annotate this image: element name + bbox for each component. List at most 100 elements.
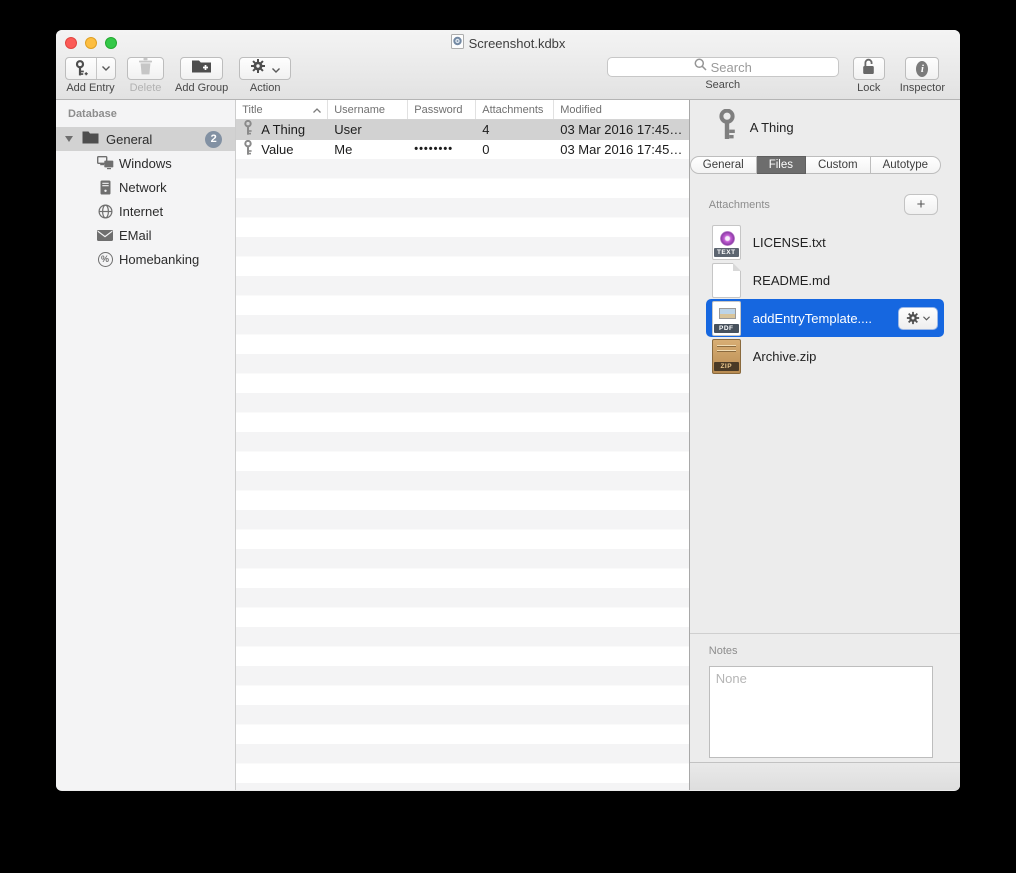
attachment-row[interactable]: README.md [706,261,944,299]
attachment-name: README.md [753,273,830,288]
attachment-row-selected[interactable]: PDF addEntryTemplate.... [706,299,944,337]
sidebar-item-label: EMail [119,228,152,243]
tab-general[interactable]: General [690,156,757,174]
column-header-title[interactable]: Title [236,100,328,119]
attachment-name: Archive.zip [753,349,817,364]
action-toolbar-item: Action [239,57,291,94]
notes-section: Notes [690,633,960,762]
network-icon [96,180,114,195]
cell-attachments: 4 [476,122,554,137]
chevron-down-icon [272,60,280,78]
table-header: Title Username Password Attachments Modi… [236,100,689,120]
cell-password: •••••••• [408,143,476,155]
window-title: Screenshot.kdbx [469,36,566,51]
add-group-toolbar-item: Add Group [175,57,228,94]
attachments-label: Attachments [709,199,770,211]
add-entry-button[interactable] [65,57,116,80]
action-button[interactable] [239,57,291,80]
delete-toolbar-item: Delete [127,57,164,94]
sidebar-section-header: Database [56,108,235,127]
cell-username: Me [328,142,408,157]
info-icon: i [916,61,928,77]
column-header-attachments[interactable]: Attachments [476,100,554,119]
notes-input[interactable] [709,666,933,758]
attachments-list: TEXT LICENSE.txt README.md PDF addEntryT… [706,223,944,375]
cell-modified: 03 Mar 2016 17:45… [554,122,689,137]
window-chrome: Screenshot.kdbx Add Entry Delete [56,30,960,100]
lock-button[interactable] [853,57,885,80]
attachment-action-button[interactable] [898,307,938,330]
gear-icon [906,311,920,325]
entry-title: A Thing [750,120,794,135]
sidebar-item-label: Network [119,180,167,195]
sidebar-item-homebanking[interactable]: % Homebanking [56,247,235,271]
add-entry-toolbar-item: Add Entry [65,57,116,94]
inspector-toolbar-item: i Inspector [900,57,945,94]
table-empty-area[interactable] [236,159,689,790]
tab-custom[interactable]: Custom [806,156,871,174]
pdf-file-icon: PDF [712,301,741,336]
toolbar: Add Entry Delete Add Group Action [56,55,960,100]
cell-title: Value [261,142,293,157]
column-header-username[interactable]: Username [328,100,408,119]
attachment-name: LICENSE.txt [753,235,826,250]
sidebar-item-label: Internet [119,204,163,219]
titlebar[interactable]: Screenshot.kdbx [56,30,960,55]
tab-autotype[interactable]: Autotype [871,156,941,174]
key-plus-icon [66,58,96,79]
action-label: Action [250,82,281,94]
cell-modified: 03 Mar 2016 17:45… [554,142,689,157]
cell-attachments: 0 [476,142,554,157]
trash-icon [138,58,153,80]
internet-icon [96,204,114,219]
inspector-footer [690,762,960,790]
sidebar-item-internet[interactable]: Internet [56,199,235,223]
sidebar-item-windows[interactable]: Windows [56,151,235,175]
key-icon [243,140,253,159]
email-icon [96,230,114,241]
tab-files[interactable]: Files [757,156,806,174]
search-toolbar-item: Search Search [607,57,839,91]
attachment-row[interactable]: TEXT LICENSE.txt [706,223,944,261]
table-row[interactable]: Value Me •••••••• 0 03 Mar 2016 17:45… [236,140,689,160]
unlocked-padlock-icon [862,58,875,80]
search-icon [694,58,707,76]
windows-icon [96,156,114,170]
key-icon [243,120,253,139]
txt-file-icon: TEXT [712,225,741,260]
disclosure-triangle-icon[interactable] [65,136,73,142]
cell-username: User [328,122,408,137]
column-header-password[interactable]: Password [408,100,476,119]
add-group-button[interactable] [180,57,223,80]
gear-icon [250,58,266,79]
lock-toolbar-item: Lock [853,57,885,94]
column-header-modified[interactable]: Modified [554,100,689,119]
homebanking-icon: % [96,252,114,267]
search-placeholder: Search [711,60,752,75]
inspector-button[interactable]: i [905,57,939,80]
sidebar-item-label: Windows [119,156,172,171]
search-input[interactable]: Search [607,57,839,77]
sidebar-item-email[interactable]: EMail [56,223,235,247]
sidebar-group-general[interactable]: General 2 [56,127,235,151]
folder-plus-icon [191,59,212,79]
inspector-tabs: General Files Custom Autotype [690,156,941,174]
delete-button[interactable] [127,57,164,80]
md-file-icon [712,263,741,298]
delete-label: Delete [130,82,162,94]
lock-label: Lock [857,82,880,94]
cell-title: A Thing [261,122,305,137]
entry-table: Title Username Password Attachments Modi… [236,100,690,790]
inspector-label: Inspector [900,82,945,94]
table-row[interactable]: A Thing User 4 03 Mar 2016 17:45… [236,120,689,140]
key-icon [716,109,738,146]
add-attachment-button[interactable]: + [904,194,938,215]
add-group-label: Add Group [175,82,228,94]
sidebar-item-network[interactable]: Network [56,175,235,199]
chevron-down-icon [923,316,930,321]
document-proxy-icon[interactable] [451,34,464,52]
attachment-row[interactable]: ZIP Archive.zip [706,337,944,375]
add-entry-label: Add Entry [66,82,114,94]
sort-ascending-icon [313,104,321,116]
add-entry-dropdown-arrow[interactable] [96,58,115,79]
